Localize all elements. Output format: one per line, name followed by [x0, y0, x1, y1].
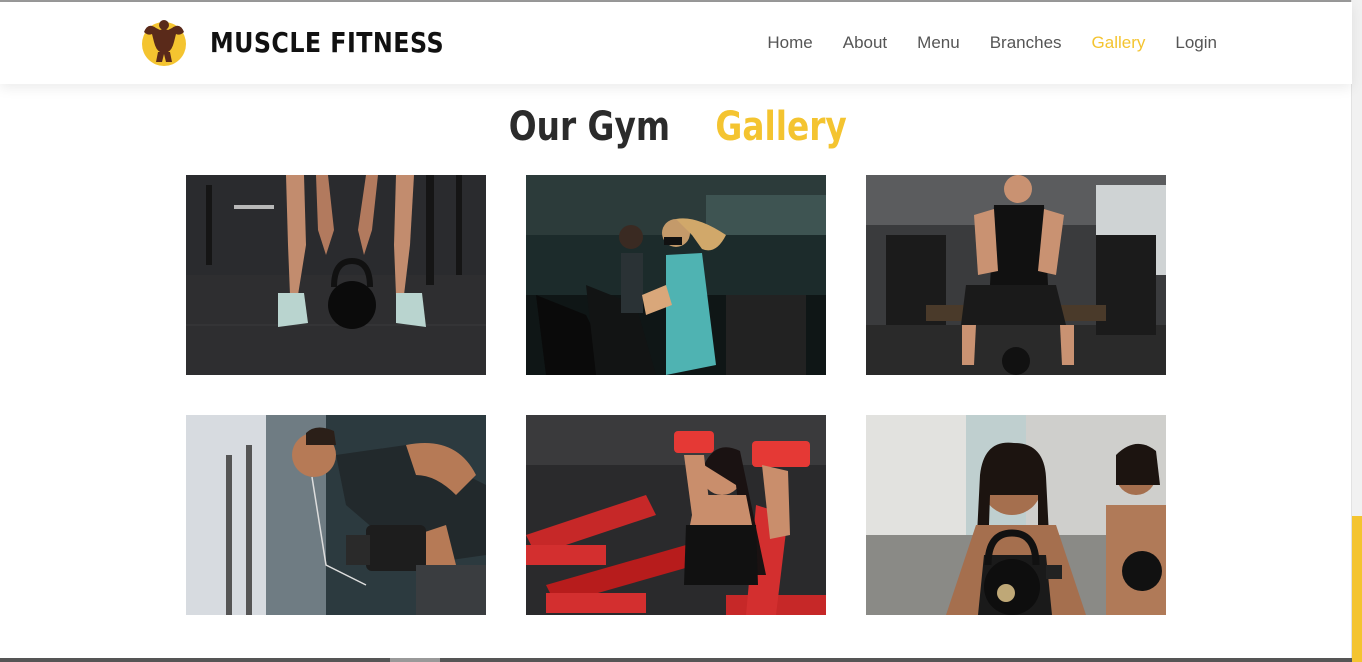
brand-name: MUSCLE FITNESS [210, 25, 445, 59]
gallery-image-2[interactable] [526, 175, 826, 375]
bodybuilder-logo-icon [142, 20, 186, 66]
title-part-1: Our Gym [508, 104, 670, 150]
gallery-image-3[interactable] [866, 175, 1166, 375]
title-part-2: Gallery [715, 104, 848, 150]
nav-home[interactable]: Home [767, 33, 812, 53]
nav-menu[interactable]: Menu [917, 33, 960, 53]
logo[interactable]: MUSCLE FITNESS [138, 16, 485, 68]
nav-login[interactable]: Login [1175, 33, 1217, 53]
page-title: Our Gym Gallery [0, 104, 1352, 150]
gallery-image-1[interactable] [186, 175, 486, 375]
nav-branches[interactable]: Branches [990, 33, 1062, 53]
site-header: MUSCLE FITNESS Home About Menu Branches … [0, 2, 1352, 84]
nav-about[interactable]: About [843, 33, 887, 53]
gallery-image-6[interactable] [866, 415, 1166, 615]
main-nav: Home About Menu Branches Gallery Login [737, 33, 1217, 53]
horizontal-scroll-thumb[interactable] [390, 658, 440, 662]
vertical-scrollbar[interactable] [1351, 0, 1362, 662]
scrollbar-thumb[interactable] [1352, 516, 1362, 662]
gallery-image-4[interactable] [186, 415, 486, 615]
gallery-image-5[interactable] [526, 415, 826, 615]
nav-gallery[interactable]: Gallery [1092, 33, 1146, 53]
horizontal-scrollbar[interactable] [0, 658, 1352, 662]
